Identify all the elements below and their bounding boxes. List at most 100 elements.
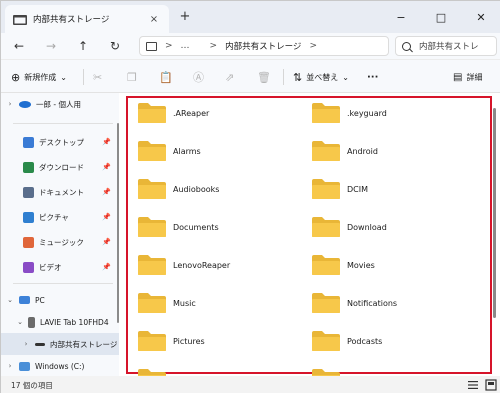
- toolbar-divider: [283, 69, 284, 85]
- tab-title: 内部共有ストレージ: [33, 15, 110, 25]
- sidebar-item-label: LAVIE Tab 10FHD4: [40, 317, 109, 327]
- folder-name: Podcasts: [347, 336, 383, 346]
- address-overflow-button[interactable]: …: [181, 41, 190, 51]
- pin-icon[interactable]: 📌: [102, 213, 111, 221]
- folder-icon: [312, 103, 340, 123]
- address-bar[interactable]: > … > 内部共有ストレージ >: [139, 36, 389, 56]
- search-placeholder: 内部共有ストレ: [419, 42, 479, 52]
- chevron-down-icon: ⌄: [342, 72, 349, 82]
- folder-name: Android: [347, 146, 378, 156]
- copy-button[interactable]: ❐: [127, 69, 141, 85]
- address-trailing-separator[interactable]: >: [309, 41, 317, 51]
- chevron-down-icon[interactable]: ⌄: [15, 318, 25, 326]
- folder-name: LenovoReaper: [173, 260, 231, 270]
- tab-close-button[interactable]: ×: [147, 14, 161, 25]
- folder-item[interactable]: Podcasts: [311, 329, 382, 353]
- sidebar-item-label: 一郎 - 個人用: [36, 99, 81, 109]
- rename-icon: Ⓐ: [193, 71, 204, 84]
- pin-icon[interactable]: 📌: [102, 263, 111, 271]
- refresh-button[interactable]: ↻: [107, 38, 123, 54]
- sidebar-item-label: PC: [35, 295, 45, 305]
- share-button[interactable]: ⇗: [225, 69, 238, 85]
- folder-item[interactable]: LenovoReaper: [137, 253, 230, 277]
- up-button[interactable]: ↑: [75, 38, 91, 54]
- chevron-right-icon[interactable]: ›: [5, 100, 15, 108]
- new-tab-button[interactable]: +: [177, 9, 193, 25]
- sidebar-item-quick-access[interactable]: ピクチャ 📌: [1, 206, 119, 228]
- folder-item[interactable]: Movies: [311, 253, 375, 277]
- folder-icon: [138, 141, 166, 161]
- sidebar-divider: [13, 123, 113, 124]
- new-label: 新規作成: [24, 72, 57, 82]
- tiles-view-icon[interactable]: [485, 379, 497, 391]
- sidebar-item-quick-access[interactable]: ミュージック 📌: [1, 231, 119, 253]
- maximize-button[interactable]: □: [421, 1, 461, 33]
- sidebar-divider: [13, 283, 113, 284]
- folder-item[interactable]: Audiobooks: [137, 177, 219, 201]
- folder-item[interactable]: Download: [311, 215, 387, 239]
- details-pane-icon: ▤: [453, 71, 463, 83]
- folder-name: Notifications: [347, 298, 398, 308]
- folder-name: .AReaper: [173, 108, 210, 118]
- file-explorer-window: 内部共有ストレージ × + − □ ✕ ← → ↑ ↻ > … > 内部共有スト…: [0, 0, 500, 393]
- folder-item[interactable]: DCIM: [311, 177, 368, 201]
- share-icon: ⇗: [225, 70, 235, 84]
- pin-icon[interactable]: 📌: [102, 238, 111, 246]
- cut-button[interactable]: ✂: [93, 69, 106, 85]
- folder-icon: [312, 293, 340, 313]
- pictures-icon: [23, 211, 34, 223]
- sidebar-item-quick-access[interactable]: デスクトップ 📌: [1, 131, 119, 153]
- rename-button[interactable]: Ⓐ: [193, 69, 208, 85]
- breadcrumb-internal-storage[interactable]: 内部共有ストレージ: [225, 40, 301, 52]
- chevron-down-icon[interactable]: ⌄: [5, 296, 15, 304]
- pin-icon[interactable]: 📌: [102, 188, 111, 196]
- close-button[interactable]: ✕: [461, 1, 500, 33]
- folder-name: Movies: [347, 260, 375, 270]
- minimize-button[interactable]: −: [381, 1, 421, 33]
- new-button[interactable]: ⊕ 新規作成 ⌄: [11, 69, 67, 85]
- paste-button[interactable]: 📋: [159, 69, 177, 85]
- folder-icon: [138, 331, 166, 351]
- tab-internal-storage[interactable]: 内部共有ストレージ ×: [5, 5, 169, 33]
- sidebar-item-pc[interactable]: ⌄ PC: [1, 289, 119, 311]
- sidebar-item-onedrive[interactable]: › 一郎 - 個人用: [1, 93, 119, 115]
- sidebar-item-label: 内部共有ストレージ: [50, 339, 118, 349]
- folder-item[interactable]: Documents: [137, 215, 219, 239]
- folder-item[interactable]: Music: [137, 291, 196, 315]
- document-icon: [23, 186, 34, 198]
- tablet-icon: [28, 316, 35, 328]
- chevron-right-icon[interactable]: ›: [21, 340, 31, 348]
- search-box[interactable]: 内部共有ストレ: [395, 36, 497, 56]
- folder-item[interactable]: .keyguard: [311, 101, 387, 125]
- download-icon: [23, 161, 34, 173]
- sidebar-item-quick-access[interactable]: ダウンロード 📌: [1, 156, 119, 178]
- music-icon: [23, 236, 34, 248]
- folder-item[interactable]: Android: [311, 139, 378, 163]
- pin-icon[interactable]: 📌: [102, 138, 111, 146]
- pin-icon[interactable]: 📌: [102, 163, 111, 171]
- content-scrollbar[interactable]: [493, 108, 496, 318]
- sidebar-item-quick-access[interactable]: ドキュメント 📌: [1, 181, 119, 203]
- folder-icon: [138, 217, 166, 237]
- sort-button[interactable]: ⇅ 並べ替え ⌄: [293, 69, 349, 85]
- details-pane-button[interactable]: ▤ 詳細: [453, 69, 482, 85]
- sidebar-item-quick-access[interactable]: ビデオ 📌: [1, 256, 119, 278]
- sidebar-item-windows-drive[interactable]: › Windows (C:): [1, 355, 119, 377]
- back-button[interactable]: ←: [11, 38, 27, 54]
- folder-item[interactable]: Pictures: [137, 329, 205, 353]
- details-view-icon[interactable]: [467, 379, 479, 391]
- folder-name: .keyguard: [347, 108, 387, 118]
- sidebar-item-internal-storage[interactable]: › 内部共有ストレージ: [1, 333, 119, 355]
- folder-icon: [138, 255, 166, 275]
- delete-button[interactable]: 🗑: [257, 69, 275, 85]
- sidebar-item-device[interactable]: ⌄ LAVIE Tab 10FHD4: [1, 311, 119, 333]
- folder-item[interactable]: Alarms: [137, 139, 201, 163]
- more-options-button[interactable]: ···: [367, 69, 378, 85]
- forward-button[interactable]: →: [43, 38, 59, 54]
- chevron-right-icon[interactable]: ›: [5, 362, 15, 370]
- folder-icon: [312, 255, 340, 275]
- chevron-down-icon: ⌄: [60, 72, 67, 82]
- file-list-pane: .AReaper Alarms Audiobooks Documents LenovoR…: [119, 93, 500, 389]
- folder-item[interactable]: .AReaper: [137, 101, 209, 125]
- folder-item[interactable]: Notifications: [311, 291, 397, 315]
